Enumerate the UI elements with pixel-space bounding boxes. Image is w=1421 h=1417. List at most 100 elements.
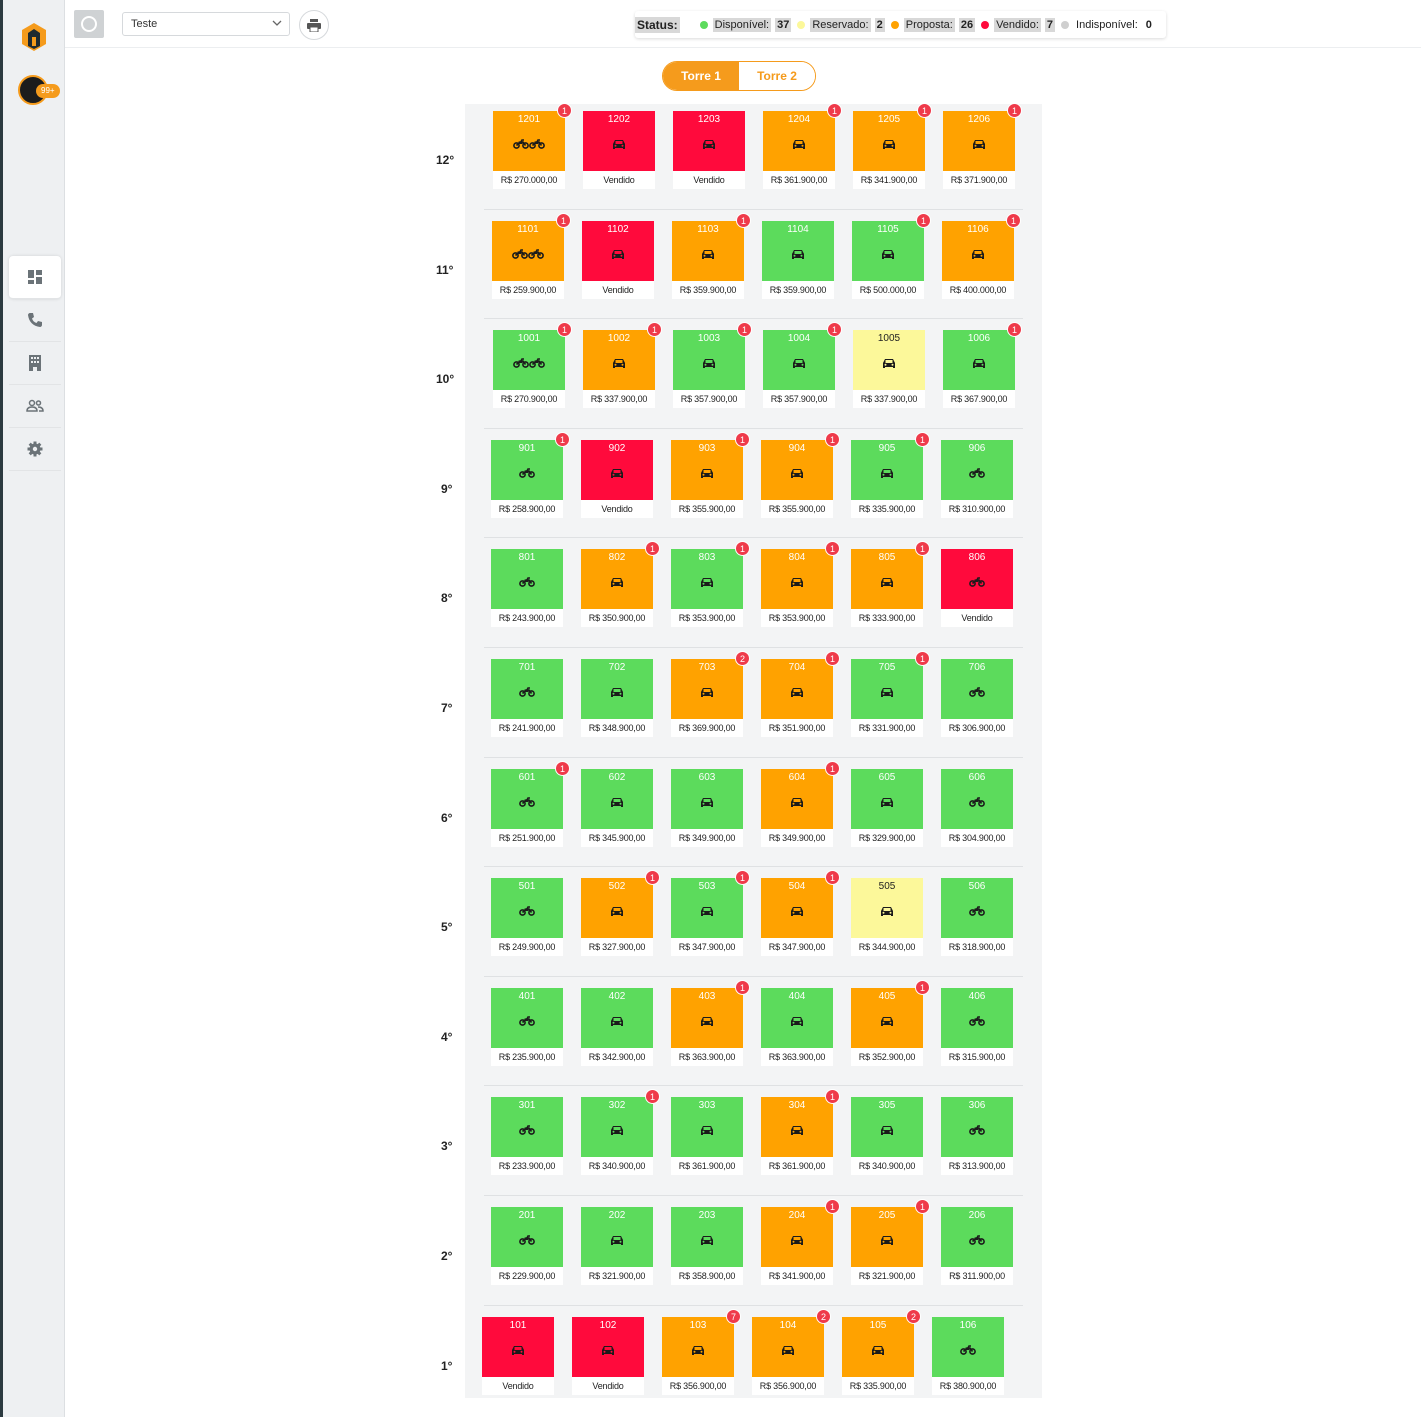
unit-card[interactable]: 402 R$ 342.900,00 xyxy=(581,988,653,1066)
unit-box: 303 xyxy=(671,1097,743,1157)
unit-card[interactable]: 901 R$ 258.900,00 1 xyxy=(491,432,570,518)
unit-card[interactable]: 301 R$ 233.900,00 xyxy=(491,1097,563,1175)
unit-card[interactable]: 1201 R$ 270.000,00 1 xyxy=(493,103,572,189)
print-button[interactable] xyxy=(299,10,329,40)
unit-card[interactable]: 602 R$ 345.900,00 xyxy=(581,769,653,847)
unit-box: 406 xyxy=(941,988,1013,1048)
unit-card[interactable]: 1003 R$ 357.900,00 1 xyxy=(673,322,752,408)
unit-card[interactable]: 1203 Vendido xyxy=(673,111,745,189)
unit-card[interactable]: 801 R$ 243.900,00 xyxy=(491,549,563,627)
car-icon xyxy=(880,1235,894,1249)
status-legend: Status: Disponível: 37 Reservado: 2 Proposta:… xyxy=(635,11,1166,38)
unit-card[interactable]: 1101 R$ 259.900,00 1 xyxy=(492,213,571,299)
car-icon xyxy=(790,1235,804,1249)
unit-price: R$ 331.900,00 xyxy=(858,723,916,733)
unit-card[interactable]: 1204 R$ 361.900,00 1 xyxy=(763,103,842,189)
unit-card[interactable]: 603 R$ 349.900,00 xyxy=(671,769,743,847)
unit-card[interactable]: 805 R$ 333.900,00 1 xyxy=(851,541,930,627)
unit-card[interactable]: 1004 R$ 357.900,00 1 xyxy=(763,322,842,408)
unit-card[interactable]: 706 R$ 306.900,00 xyxy=(941,659,1013,737)
unit-card[interactable]: 1005 R$ 337.900,00 xyxy=(853,330,925,408)
unit-card[interactable]: 702 R$ 348.900,00 xyxy=(581,659,653,737)
unit-card[interactable]: 205 R$ 321.900,00 1 xyxy=(851,1199,930,1285)
unit-card[interactable]: 503 R$ 347.900,00 1 xyxy=(671,870,750,956)
unit-card[interactable]: 605 R$ 329.900,00 xyxy=(851,769,923,847)
sidebar-item-building[interactable] xyxy=(9,342,61,385)
unit-card[interactable]: 406 R$ 315.900,00 xyxy=(941,988,1013,1066)
unit-card[interactable]: 703 R$ 369.900,00 2 xyxy=(671,651,750,737)
unit-card[interactable]: 1006 R$ 367.900,00 1 xyxy=(943,322,1022,408)
unit-card[interactable]: 206 R$ 311.900,00 xyxy=(941,1207,1013,1285)
unit-card[interactable]: 705 R$ 331.900,00 1 xyxy=(851,651,930,737)
unit-card[interactable]: 1001 R$ 270.900,00 1 xyxy=(493,322,572,408)
unit-card[interactable]: 904 R$ 355.900,00 1 xyxy=(761,432,840,518)
notification-badge[interactable]: 99+ xyxy=(36,84,60,98)
unit-card[interactable]: 501 R$ 249.900,00 xyxy=(491,878,563,956)
unit-card[interactable]: 902 Vendido xyxy=(581,440,653,518)
unit-card[interactable]: 304 R$ 361.900,00 1 xyxy=(761,1089,840,1175)
unit-card[interactable]: 305 R$ 340.900,00 xyxy=(851,1097,923,1175)
sidebar-item-people[interactable] xyxy=(9,385,61,428)
unit-card[interactable]: 403 R$ 363.900,00 1 xyxy=(671,980,750,1066)
sidebar-item-settings[interactable] xyxy=(9,428,61,471)
unit-card[interactable]: 701 R$ 241.900,00 xyxy=(491,659,563,737)
unit-card[interactable]: 601 R$ 251.900,00 1 xyxy=(491,761,570,847)
unit-card[interactable]: 202 R$ 321.900,00 xyxy=(581,1207,653,1285)
unit-card[interactable]: 105 R$ 335.900,00 2 xyxy=(842,1309,921,1395)
unit-card[interactable]: 104 R$ 356.900,00 2 xyxy=(752,1309,831,1395)
unit-card[interactable]: 903 R$ 355.900,00 1 xyxy=(671,432,750,518)
tab-torre-1[interactable]: Torre 1 xyxy=(663,62,739,90)
unit-card[interactable]: 1104 R$ 359.900,00 xyxy=(762,221,834,299)
unit-card[interactable]: 502 R$ 327.900,00 1 xyxy=(581,870,660,956)
unit-card[interactable]: 604 R$ 349.900,00 1 xyxy=(761,761,840,847)
unit-card[interactable]: 201 R$ 229.900,00 xyxy=(491,1207,563,1285)
app-logo-icon[interactable] xyxy=(21,22,47,52)
unit-card[interactable]: 505 R$ 344.900,00 xyxy=(851,878,923,956)
unit-card[interactable]: 404 R$ 363.900,00 xyxy=(761,988,833,1066)
unit-card[interactable]: 1103 R$ 359.900,00 1 xyxy=(672,213,751,299)
unit-price: R$ 235.900,00 xyxy=(498,1052,556,1062)
unit-card[interactable]: 1002 R$ 337.900,00 1 xyxy=(583,322,662,408)
unit-card[interactable]: 1206 R$ 371.900,00 1 xyxy=(943,103,1022,189)
unit-card[interactable]: 504 R$ 347.900,00 1 xyxy=(761,870,840,956)
sidebar-item-dashboard[interactable] xyxy=(9,256,61,299)
unit-proposal-badge: 1 xyxy=(735,870,750,885)
unit-card[interactable]: 103 R$ 356.900,00 7 xyxy=(662,1309,741,1395)
unit-card[interactable]: 1105 R$ 500.000,00 1 xyxy=(852,213,931,299)
unit-card[interactable]: 203 R$ 358.900,00 xyxy=(671,1207,743,1285)
unit-proposal-badge: 2 xyxy=(735,651,750,666)
unit-card[interactable]: 1106 R$ 400.000,00 1 xyxy=(942,213,1021,299)
unit-card[interactable]: 905 R$ 335.900,00 1 xyxy=(851,432,930,518)
sidebar-item-phone[interactable] xyxy=(9,299,61,342)
unit-card[interactable]: 1102 Vendido xyxy=(582,221,654,299)
unit-card[interactable]: 906 R$ 310.900,00 xyxy=(941,440,1013,518)
floor-divider xyxy=(484,1085,1023,1086)
unit-card[interactable]: 101 Vendido xyxy=(482,1317,554,1395)
unit-card[interactable]: 106 R$ 380.900,00 xyxy=(932,1317,1004,1395)
unit-card[interactable]: 806 Vendido xyxy=(941,549,1013,627)
unit-card[interactable]: 804 R$ 353.900,00 1 xyxy=(761,541,840,627)
unit-card[interactable]: 204 R$ 341.900,00 1 xyxy=(761,1199,840,1285)
unit-card[interactable]: 506 R$ 318.900,00 xyxy=(941,878,1013,956)
unit-card[interactable]: 401 R$ 235.900,00 xyxy=(491,988,563,1066)
unit-card[interactable]: 405 R$ 352.900,00 1 xyxy=(851,980,930,1066)
unit-box: 405 xyxy=(851,988,923,1048)
motorcycle-icon xyxy=(519,468,535,481)
unit-card[interactable]: 302 R$ 340.900,00 1 xyxy=(581,1089,660,1175)
project-select[interactable]: Teste xyxy=(122,12,290,36)
unit-box: 501 xyxy=(491,878,563,938)
unit-card[interactable]: 306 R$ 313.900,00 xyxy=(941,1097,1013,1175)
unit-box: 302 xyxy=(581,1097,653,1157)
unit-number: 902 xyxy=(608,443,626,454)
unit-card[interactable]: 606 R$ 304.900,00 xyxy=(941,769,1013,847)
unit-card[interactable]: 802 R$ 350.900,00 1 xyxy=(581,541,660,627)
tab-torre-2[interactable]: Torre 2 xyxy=(739,62,815,90)
unit-card[interactable]: 803 R$ 353.900,00 1 xyxy=(671,541,750,627)
unit-card[interactable]: 1202 Vendido xyxy=(583,111,655,189)
unit-price: R$ 363.900,00 xyxy=(768,1052,826,1062)
unit-card[interactable]: 1205 R$ 341.900,00 1 xyxy=(853,103,932,189)
unit-card[interactable]: 102 Vendido xyxy=(572,1317,644,1395)
unit-card[interactable]: 303 R$ 361.900,00 xyxy=(671,1097,743,1175)
unit-box: 1101 xyxy=(492,221,564,281)
unit-card[interactable]: 704 R$ 351.900,00 1 xyxy=(761,651,840,737)
